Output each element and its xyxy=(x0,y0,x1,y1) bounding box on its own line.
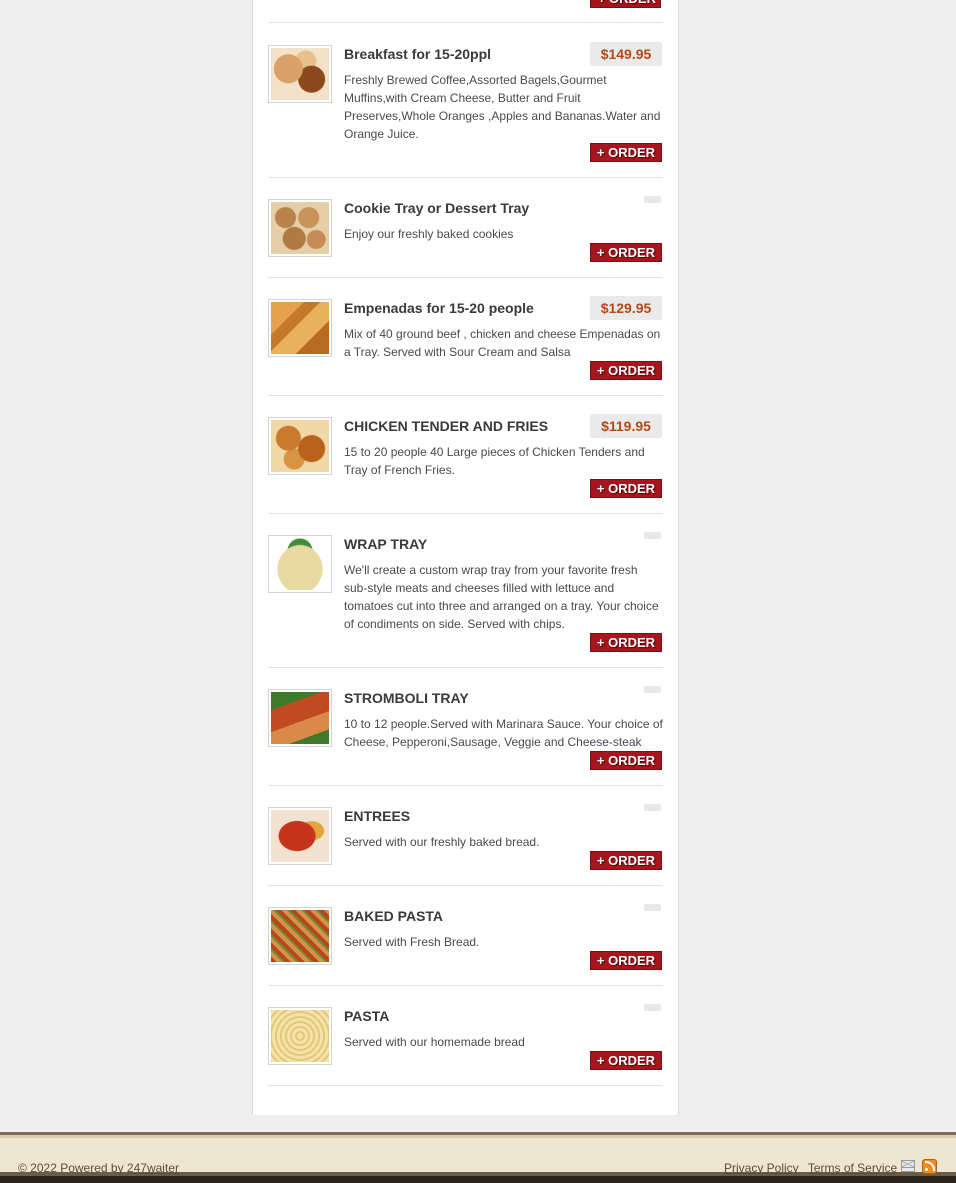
item-price-placeholder xyxy=(644,532,661,539)
order-button[interactable]: + ORDER xyxy=(590,143,662,162)
order-button[interactable]: + ORDER xyxy=(590,0,661,8)
item-title[interactable]: WRAP TRAY xyxy=(344,535,427,553)
mail-icon[interactable] xyxy=(901,1160,915,1172)
item-price-placeholder xyxy=(644,686,661,693)
divider xyxy=(268,177,663,178)
item-price: $149.95 xyxy=(590,42,662,66)
copyright-text: © 2022 Powered by xyxy=(18,1161,124,1175)
item-price-placeholder xyxy=(644,196,661,203)
item-title[interactable]: Cookie Tray or Dessert Tray xyxy=(344,199,529,217)
footer-links: Privacy Policy Terms of Service xyxy=(724,1161,903,1175)
item-thumbnail[interactable] xyxy=(268,907,332,965)
item-thumbnail[interactable] xyxy=(268,807,332,865)
item-title[interactable]: Empenadas for 15-20 people xyxy=(344,299,534,317)
divider xyxy=(268,395,663,396)
privacy-policy-link[interactable]: Privacy Policy xyxy=(724,1161,799,1175)
item-description: Freshly Brewed Coffee,Assorted Bagels,Go… xyxy=(344,73,661,141)
item-thumbnail[interactable] xyxy=(268,1007,332,1065)
divider xyxy=(268,667,663,668)
item-title[interactable]: Breakfast for 15-20ppl xyxy=(344,45,491,63)
item-thumbnail[interactable] xyxy=(268,689,332,747)
order-button[interactable]: + ORDER xyxy=(590,951,662,970)
order-button[interactable]: + ORDER xyxy=(590,243,662,262)
item-title[interactable]: BAKED PASTA xyxy=(344,907,443,925)
item-description: 15 to 20 people 40 Large pieces of Chick… xyxy=(344,445,645,477)
item-description: Mix of 40 ground beef , chicken and chee… xyxy=(344,327,661,359)
item-description: Served with Fresh Bread. xyxy=(344,935,480,949)
item-title[interactable]: STROMBOLI TRAY xyxy=(344,689,469,707)
item-description: 10 to 12 people.Served with Marinara Sau… xyxy=(344,717,663,749)
divider xyxy=(268,785,663,786)
order-button[interactable]: + ORDER xyxy=(590,479,662,498)
divider xyxy=(268,513,663,514)
item-thumbnail[interactable] xyxy=(268,199,332,257)
item-title[interactable]: ENTREES xyxy=(344,807,410,825)
item-thumbnail[interactable] xyxy=(268,535,332,593)
item-thumbnail[interactable] xyxy=(268,299,332,357)
item-description: We'll create a custom wrap tray from you… xyxy=(344,563,659,631)
item-description: Enjoy our freshly baked cookies xyxy=(344,227,514,241)
divider xyxy=(268,277,663,278)
footer-copyright: © 2022 Powered by 247waiter xyxy=(18,1161,179,1175)
rss-icon[interactable] xyxy=(922,1159,937,1174)
item-description: Served with our homemade bread xyxy=(344,1035,525,1049)
item-price: $119.95 xyxy=(590,414,662,438)
powered-by-link[interactable]: 247waiter xyxy=(127,1161,179,1175)
item-title[interactable]: CHICKEN TENDER AND FRIES xyxy=(344,417,548,435)
item-title[interactable]: PASTA xyxy=(344,1007,389,1025)
item-thumbnail[interactable] xyxy=(268,417,332,475)
order-button[interactable]: + ORDER xyxy=(590,851,662,870)
item-description: Served with our freshly baked bread. xyxy=(344,835,540,849)
item-thumbnail[interactable] xyxy=(268,45,332,103)
order-button[interactable]: + ORDER xyxy=(590,751,662,770)
terms-of-service-link[interactable]: Terms of Service xyxy=(808,1161,897,1175)
menu-column: + ORDER Breakfast for 15-20ppl $149.95 F… xyxy=(252,0,679,1115)
item-price-placeholder xyxy=(644,904,661,911)
item-price-placeholder xyxy=(644,1004,661,1011)
order-button[interactable]: + ORDER xyxy=(590,633,662,652)
order-button[interactable]: + ORDER xyxy=(590,1051,662,1070)
divider xyxy=(268,22,663,23)
divider xyxy=(268,985,663,986)
order-button[interactable]: + ORDER xyxy=(590,361,662,380)
footer xyxy=(0,1132,956,1183)
divider xyxy=(268,1085,663,1086)
item-price-placeholder xyxy=(644,804,661,811)
item-price: $129.95 xyxy=(590,296,662,320)
divider xyxy=(268,885,663,886)
